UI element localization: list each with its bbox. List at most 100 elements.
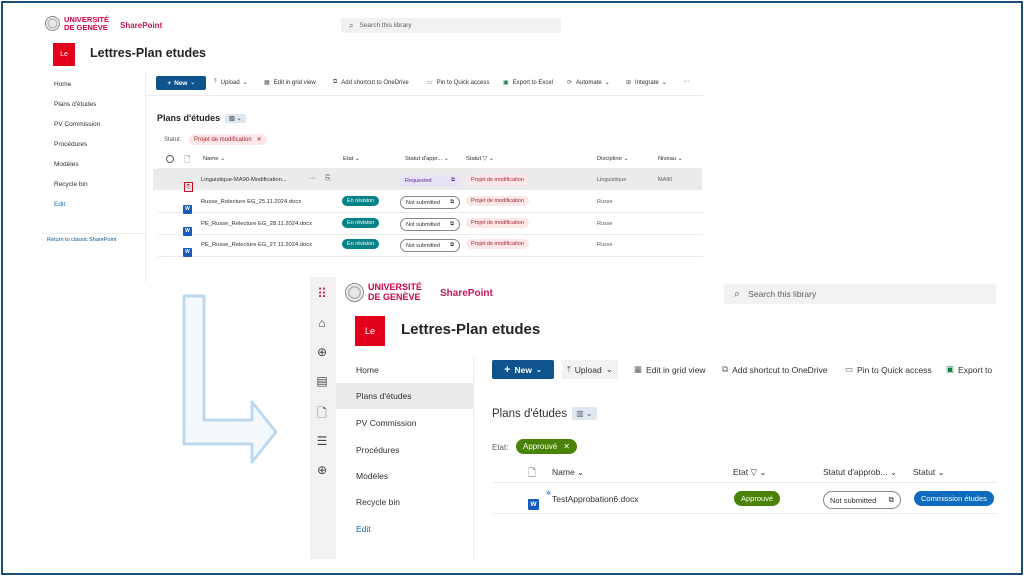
file-name[interactable]: Russe_Relecture EG_25.11.2024.docx (201, 199, 301, 205)
new-button[interactable]: + New ⌄ (492, 360, 554, 379)
col-name[interactable]: Name ⌄ (552, 467, 584, 478)
word-icon: W (183, 240, 192, 258)
filter-chip[interactable]: Approuvé ✕ (516, 439, 577, 454)
word-icon: W (183, 219, 192, 237)
grid-icon: ▦ (264, 80, 270, 86)
share-icon[interactable]: ⎘ (325, 175, 331, 183)
sharepoint-link[interactable]: SharePoint (120, 21, 162, 30)
more-button[interactable]: ··· (683, 78, 690, 85)
col-approval[interactable]: Statut d'appr... ⌄ (405, 156, 449, 162)
library-title: Plans d'études ▥ ⌄ (157, 113, 246, 123)
statut-chip: Projet de modification (466, 218, 529, 228)
chevron-down-icon: ⌄ (536, 366, 542, 374)
nav-edit[interactable]: Edit (356, 524, 371, 534)
nav-procedures[interactable]: Procédures (54, 141, 87, 148)
add-shortcut-button[interactable]: ⧉ Add shortcut to OneDrive (333, 79, 409, 86)
open-icon: ⧉ (888, 495, 894, 504)
col-etat[interactable]: Etat ▽ ⌄ (733, 467, 767, 478)
file-type-icon: 🗋 (528, 468, 537, 479)
transition-arrow (182, 294, 278, 464)
col-name[interactable]: Name ⌄ (203, 156, 225, 162)
pin-quick-access-button[interactable]: ▭ Pin to Quick access (845, 364, 932, 375)
nav-pv-commission[interactable]: PV Commission (356, 418, 416, 428)
new-button[interactable]: + New ⌄ (156, 76, 206, 90)
export-excel-button[interactable]: ▣ Export to Excel (503, 79, 553, 87)
excel-icon: ▣ (503, 80, 509, 86)
file-name[interactable]: Linguistique-MA90-Modification... (201, 177, 287, 183)
close-icon[interactable]: ✕ (257, 136, 262, 143)
site-title[interactable]: Lettres-Plan etudes (90, 46, 206, 60)
discipline-cell: Russe (597, 199, 613, 205)
col-discipline[interactable]: Discipline ⌄ (597, 156, 628, 162)
approval-status[interactable]: Not submitted ⧉ (400, 239, 460, 252)
select-all-checkbox[interactable] (166, 155, 174, 163)
view-switcher[interactable]: ▥ ⌄ (225, 113, 246, 123)
integrate-icon: ⊞ (626, 80, 632, 86)
home-icon[interactable]: ⌂ (314, 316, 330, 330)
plus-icon: + (504, 363, 511, 376)
pin-quick-access-button[interactable]: ▭ Pin to Quick access (427, 79, 489, 87)
site-logo[interactable]: Le (355, 316, 385, 346)
upload-button[interactable]: ⤒ Upload ⌄ (214, 79, 248, 86)
approval-status[interactable]: Not submitted ⧉ (400, 218, 460, 231)
new-item-icon: ✲ (546, 491, 552, 497)
view-switcher[interactable]: ▥ ⌄ (572, 407, 597, 420)
filter-icon: ▽ (482, 156, 488, 162)
integrate-button[interactable]: ⊞ Integrate ⌄ (626, 79, 667, 87)
discipline-cell: Russe (597, 221, 613, 227)
statut-chip: Projet de modification (466, 196, 529, 206)
seal-icon (45, 16, 60, 32)
nav-modeles[interactable]: Modèles (356, 471, 388, 481)
return-classic-link[interactable]: Return to classic SharePoint (47, 237, 116, 243)
nav-modeles[interactable]: Modèles (54, 161, 79, 168)
automate-button[interactable]: ⟳ Automate ⌄ (567, 79, 610, 87)
list-icon[interactable]: ☰ (314, 434, 330, 448)
col-niveau[interactable]: Niveau ⌄ (658, 156, 683, 162)
chevron-down-icon: ⌄ (661, 80, 667, 86)
sharepoint-link[interactable]: SharePoint (440, 288, 493, 299)
site-title[interactable]: Lettres-Plan etudes (401, 321, 540, 338)
col-etat[interactable]: Etat ⌄ (343, 156, 360, 162)
shortcut-icon: ⧉ (722, 364, 729, 374)
niveau-cell: MA90 (658, 177, 673, 183)
edit-grid-button[interactable]: ▦ Edit in grid view (264, 79, 316, 87)
nav-home[interactable]: Home (356, 365, 379, 375)
col-statut[interactable]: Statut ▽ ⌄ (466, 156, 494, 162)
university-logo: UNIVERSITÉ DE GENÈVE (345, 282, 422, 302)
nav-pv-commission[interactable]: PV Commission (54, 121, 100, 128)
approval-status[interactable]: Not submitted ⧉ (400, 196, 460, 209)
file-name[interactable]: PE_Russe_Relecture EG_28.11.2024.docx (201, 221, 312, 227)
pdf-icon: ⎘ (184, 175, 193, 193)
nav-recycle-bin[interactable]: Recycle bin (54, 181, 88, 188)
nav-recycle-bin[interactable]: Recycle bin (356, 497, 400, 507)
row-more-button[interactable]: ··· (309, 175, 316, 182)
search-box[interactable]: ⌕ Search this library (724, 284, 996, 304)
file-icon[interactable]: 🗋 (314, 404, 330, 425)
shortcut-icon: ⧉ (333, 79, 338, 85)
col-statut[interactable]: Statut ⌄ (913, 467, 945, 478)
nav-edit[interactable]: Edit (54, 201, 65, 208)
nav-procedures[interactable]: Procédures (356, 445, 399, 455)
pin-icon: ▭ (845, 364, 854, 374)
search-box[interactable]: ⌕ Search this library (341, 18, 561, 33)
upload-button[interactable]: ⤒ Upload ⌄ (562, 360, 618, 379)
add-shortcut-button[interactable]: ⧉ Add shortcut to OneDrive (722, 364, 828, 375)
app-launcher-icon[interactable]: ⠿ (314, 286, 330, 302)
edit-grid-button[interactable]: ▦ Edit in grid view (634, 364, 706, 375)
close-icon[interactable]: ✕ (563, 442, 570, 451)
nav-plans-etudes[interactable]: Plans d'études (54, 101, 96, 108)
approval-status[interactable]: Not submitted ⧉ (823, 491, 901, 509)
filter-chip[interactable]: Projet de modification ✕ (189, 134, 267, 145)
col-approval[interactable]: Statut d'approb... ⌄ (823, 467, 897, 478)
chevron-down-icon: ⌄ (242, 80, 248, 86)
news-icon[interactable]: ▤ (314, 374, 330, 388)
filter-label: Etat: (492, 443, 509, 452)
file-name[interactable]: TestApprobation6.docx (552, 494, 638, 504)
nav-plans-etudes[interactable]: Plans d'études (356, 391, 412, 401)
file-name[interactable]: PE_Russe_Relecture EG_27.11.2024.docx (201, 242, 312, 248)
nav-home[interactable]: Home (54, 81, 71, 88)
globe-icon[interactable]: ⊕ (314, 345, 330, 359)
export-excel-button[interactable]: ▣ Export to (946, 364, 992, 375)
site-logo[interactable]: Le (53, 43, 75, 66)
create-icon[interactable]: ⊕ (314, 463, 330, 477)
